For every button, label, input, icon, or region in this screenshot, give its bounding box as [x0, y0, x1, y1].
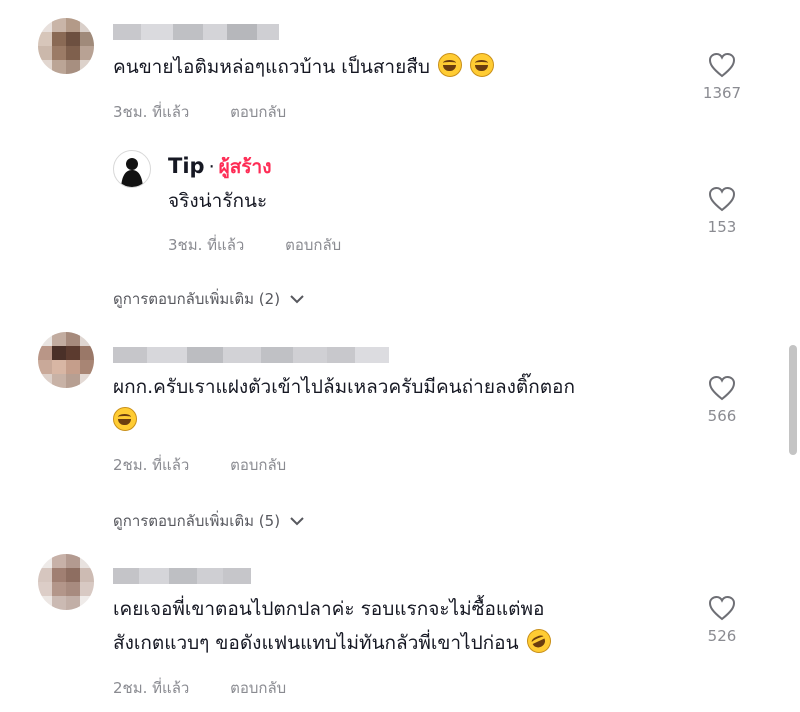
comment-text: สังเกตแวบๆ ขอดังแฟนแทบไม่ทันกลัวพี่เขาไป…: [113, 625, 555, 659]
view-more-replies[interactable]: ดูการตอบกลับเพิ่มเติม (5): [113, 509, 304, 533]
username-blurred[interactable]: [113, 347, 389, 363]
reply-meta: 3ชม. ที่แล้ว ตอบกลับ: [168, 233, 341, 257]
laughing-emoji: [113, 407, 137, 431]
like-button[interactable]: 153: [692, 186, 752, 236]
creator-badge: ผู้สร้าง: [218, 156, 272, 178]
comment-meta: 3ชม. ที่แล้ว ตอบกลับ: [113, 100, 286, 124]
heart-icon[interactable]: [708, 375, 736, 401]
comment-meta: 2ชม. ที่แล้ว ตอบกลับ: [113, 676, 286, 700]
silhouette-icon: [121, 158, 143, 187]
avatar[interactable]: [38, 332, 94, 388]
chevron-down-icon[interactable]: [290, 294, 304, 304]
reply-button[interactable]: ตอบกลับ: [230, 456, 286, 474]
timestamp: 3ชม. ที่แล้ว: [168, 236, 245, 254]
view-more-label[interactable]: ดูการตอบกลับเพิ่มเติม (2): [113, 287, 280, 311]
username-blurred[interactable]: [113, 568, 251, 584]
scrollbar[interactable]: [789, 345, 797, 455]
reply-text: จริงน่ารักนะ: [168, 190, 268, 212]
chevron-down-icon[interactable]: [290, 516, 304, 526]
comment-text-line: คนขายไอติมหล่อๆแถวบ้าน เป็นสายสืบ: [113, 56, 430, 78]
reply-button[interactable]: ตอบกลับ: [230, 103, 286, 121]
avatar[interactable]: [38, 18, 94, 74]
laughing-emoji: [469, 53, 494, 77]
author-avatar[interactable]: [113, 150, 151, 188]
comment-text-line: สังเกตแวบๆ ขอดังแฟนแทบไม่ทันกลัวพี่เขาไป…: [113, 632, 519, 654]
view-more-replies[interactable]: ดูการตอบกลับเพิ่มเติม (2): [113, 287, 304, 311]
timestamp: 2ชม. ที่แล้ว: [113, 679, 190, 697]
heart-icon[interactable]: [708, 186, 736, 212]
laughing-emoji: [437, 53, 462, 77]
comment-1: คนขายไอติมหล่อๆแถวบ้าน เป็นสายสืบ 3ชม. ท…: [0, 0, 790, 308]
like-count: 566: [707, 407, 737, 425]
like-button[interactable]: 566: [692, 375, 752, 425]
comment-2: ผกก.ครับเราแฝงตัวเข้าไปล้มเหลวครับมีคนถ่…: [0, 320, 790, 540]
like-button[interactable]: 526: [692, 595, 752, 645]
view-more-label[interactable]: ดูการตอบกลับเพิ่มเติม (5): [113, 509, 280, 533]
comment-text-line: ผกก.ครับเราแฝงตัวเข้าไปล้มเหลวครับมีคนถ่…: [113, 376, 575, 398]
comment-3: เคยเจอพี่เขาตอนไปตกปลาค่ะ รอบแรกจะไม่ซื้…: [0, 548, 790, 712]
username-blurred[interactable]: [113, 24, 279, 40]
author-header: Tip · ผู้สร้าง: [168, 152, 272, 182]
author-name[interactable]: Tip: [168, 154, 205, 178]
like-count: 526: [707, 627, 737, 645]
timestamp: 2ชม. ที่แล้ว: [113, 456, 190, 474]
comment-meta: 2ชม. ที่แล้ว ตอบกลับ: [113, 453, 286, 477]
timestamp: 3ชม. ที่แล้ว: [113, 103, 190, 121]
separator: ·: [208, 156, 215, 178]
rofl-emoji: [522, 625, 555, 657]
like-count: 153: [707, 218, 737, 236]
comment-text: คนขายไอติมหล่อๆแถวบ้าน เป็นสายสืบ: [113, 52, 494, 83]
heart-icon[interactable]: [708, 595, 736, 621]
like-count: 1367: [702, 84, 742, 102]
reply-button[interactable]: ตอบกลับ: [230, 679, 286, 697]
heart-icon[interactable]: [708, 52, 736, 78]
comment-text-line: เคยเจอพี่เขาตอนไปตกปลาค่ะ รอบแรกจะไม่ซื้…: [113, 598, 545, 620]
like-button[interactable]: 1367: [692, 52, 752, 102]
avatar[interactable]: [38, 554, 94, 610]
comment-text-line: [113, 406, 137, 437]
reply-button[interactable]: ตอบกลับ: [285, 236, 341, 254]
